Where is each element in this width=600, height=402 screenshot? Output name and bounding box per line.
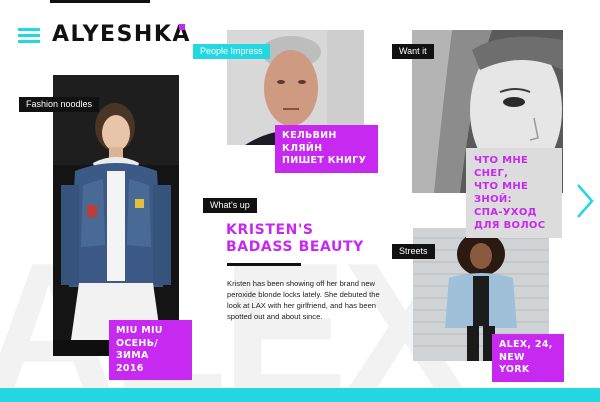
tag-want-it[interactable]: Want it: [392, 44, 434, 59]
tag-people-impress[interactable]: People Impress: [193, 44, 270, 59]
article-body: Kristen has been showing off her brand n…: [227, 279, 380, 321]
tag-fashion-noodles[interactable]: Fashion noodles: [19, 97, 100, 112]
site-logo[interactable]: ALYESHKA: [52, 22, 191, 47]
bottom-accent-bar: [0, 388, 600, 402]
caption-alex[interactable]: ALEX, 24, NEW YORK: [492, 334, 564, 382]
article-title[interactable]: KRISTEN'S BADASS BEAUTY: [226, 222, 396, 256]
fashion-photo[interactable]: [53, 75, 179, 356]
logo-accent-dot: [179, 24, 185, 30]
article-divider: [227, 263, 301, 266]
hamburger-icon[interactable]: [18, 27, 40, 45]
caption-calvin-klein[interactable]: КЕЛЬВИН КЛЯЙН ПИШЕТ КНИГУ: [275, 125, 378, 173]
caption-spa-hair[interactable]: ЧТО МНЕ СНЕГ, ЧТО МНЕ ЗНОЙ: СПА-УХОД ДЛЯ…: [466, 148, 562, 238]
top-accent-line: [50, 0, 150, 3]
tag-whats-up[interactable]: What's up: [203, 198, 257, 213]
tag-streets[interactable]: Streets: [392, 244, 435, 259]
caption-miu-miu[interactable]: MIU MIU ОСЕНЬ/ЗИМА 2016: [109, 320, 192, 380]
chevron-right-icon[interactable]: [575, 183, 595, 219]
